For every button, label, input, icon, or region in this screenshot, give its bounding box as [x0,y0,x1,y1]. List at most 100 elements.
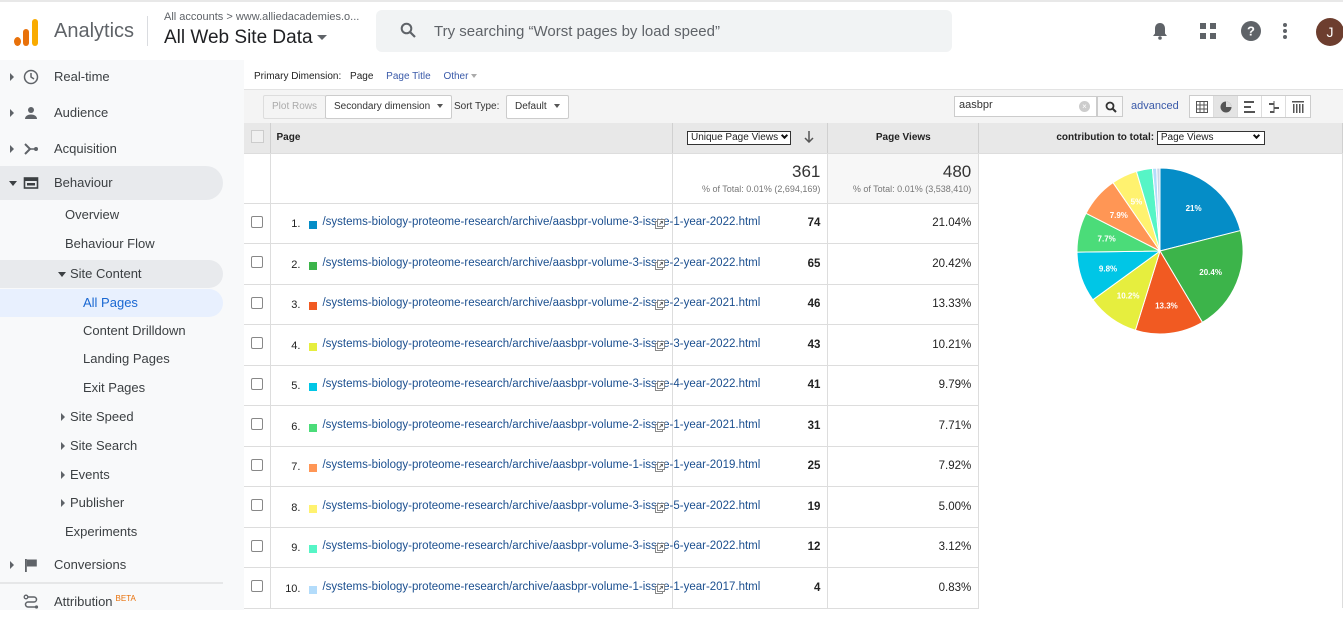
pie-slice-label: 9.8% [1099,264,1117,273]
page-views-percent-cell: 5.00% [827,486,980,528]
bell-icon[interactable] [1149,20,1171,42]
open-external-icon[interactable] [655,583,666,594]
sidebar-item-label: Conversions [54,557,127,572]
row-select-cell [244,405,272,447]
property-selector[interactable]: All Web Site Data [164,27,327,49]
page-cell: 1. /systems-biology-proteome-research/arc… [270,203,760,244]
sidebar-item-exit-pages[interactable]: Exit Pages [0,374,223,402]
page-link[interactable]: /systems-biology-proteome-research/archi… [322,216,760,229]
open-external-icon[interactable] [655,219,666,230]
sidebar-item-site-content[interactable]: Site Content [0,260,223,288]
pie-slice-label: 20.4% [1200,267,1223,276]
caret-down-icon [471,74,478,79]
select-all-cell [244,123,272,154]
page-link[interactable]: /systems-biology-proteome-research/archi… [322,459,760,472]
open-external-icon[interactable] [655,259,666,270]
plot-rows-button[interactable]: Plot Rows [263,95,327,119]
open-external-icon[interactable] [655,462,666,473]
help-icon[interactable]: ? [1240,20,1262,42]
secondary-dimension-label: Secondary dimension [334,101,431,112]
sidebar-item-all-pages[interactable]: All Pages [0,289,223,317]
page-link[interactable]: /systems-biology-proteome-research/archi… [322,297,760,310]
open-external-icon[interactable] [655,300,666,311]
metric-select[interactable]: Unique Page Views [686,130,792,145]
sort-type-label: Sort Type: [454,101,500,112]
row-checkbox[interactable] [251,499,264,512]
pie-view-button[interactable] [1214,96,1238,117]
comparison-view-button[interactable] [1262,96,1286,117]
more-vert-icon[interactable] [1281,20,1289,42]
attribution-label: Attribution [54,594,113,609]
sidebar-item-landing-pages[interactable]: Landing Pages [0,345,223,373]
row-checkbox[interactable] [251,539,264,552]
primary-dimension-page-title[interactable]: Page Title [386,71,430,82]
page-link[interactable]: /systems-biology-proteome-research/archi… [322,581,760,594]
col-page-views-header[interactable]: Page Views [827,123,980,154]
secondary-dimension-dropdown[interactable]: Secondary dimension [325,95,453,119]
page-link[interactable]: /systems-biology-proteome-research/archi… [322,540,760,553]
page-link[interactable]: /systems-biology-proteome-research/archi… [322,378,760,391]
account-breadcrumb[interactable]: All accounts > www.alliedacademies.o... [164,11,359,23]
sidebar-item-attribution[interactable]: Attribution BETA [0,585,223,619]
primary-dimension-other[interactable]: Other [443,71,478,82]
sidebar-item-conversions[interactable]: Conversions [0,548,223,582]
page-link[interactable]: /systems-biology-proteome-research/archi… [322,500,760,513]
sidebar-item-events[interactable]: Events [0,461,223,489]
page-views-percent-cell: 20.42% [827,243,980,285]
page-link[interactable]: /systems-biology-proteome-research/archi… [322,338,760,351]
behaviour-icon [23,177,39,189]
sidebar-item-content-drilldown[interactable]: Content Drilldown [0,317,223,345]
pivot-view-button[interactable] [1286,96,1310,117]
select-all-checkbox[interactable] [250,129,264,143]
row-checkbox[interactable] [251,256,264,269]
open-external-icon[interactable] [655,340,666,351]
page-views-percent-cell: 9.79% [827,365,980,406]
sidebar-item-publisher[interactable]: Publisher [0,489,223,517]
open-external-icon[interactable] [655,421,666,432]
sidebar-item-site-search[interactable]: Site Search [0,432,223,460]
sort-type-dropdown[interactable]: Default [506,95,569,119]
sidebar-item-acquisition[interactable]: Acquisition [0,132,223,166]
clear-filter-icon[interactable]: × [1079,101,1090,112]
sidebar-item-behaviour[interactable]: Behaviour [0,166,223,200]
open-external-icon[interactable] [655,381,666,392]
advanced-filter-link[interactable]: advanced [1131,100,1179,112]
open-external-icon[interactable] [655,543,666,554]
other-label: Other [443,71,469,82]
avatar[interactable]: J [1316,18,1343,46]
page-link[interactable]: /systems-biology-proteome-research/archi… [322,257,760,270]
open-external-icon[interactable] [655,502,666,513]
sidebar-item-site-speed[interactable]: Site Speed [0,403,223,431]
row-checkbox[interactable] [251,458,264,471]
sidebar-item-audience[interactable]: Audience [0,96,223,130]
table-view-button[interactable] [1190,96,1214,117]
filter-search-button[interactable] [1097,96,1123,117]
col-page-header[interactable]: Page [270,123,674,154]
contribution-pie-chart: 21% 20.4% 13.3% 10.2% 9.8% 7.7% 7.9%5% [1076,166,1244,334]
contribution-metric-select[interactable]: Page Views [1156,130,1265,145]
report-area: Primary Dimension: Page Page Title Other… [244,60,1343,610]
row-checkbox[interactable] [251,418,264,431]
contribution-label: contribution to total: [1056,131,1155,143]
row-checkbox[interactable] [251,296,264,309]
row-checkbox[interactable] [251,377,264,390]
row-checkbox[interactable] [251,580,264,593]
search-bar[interactable]: Try searching “Worst pages by load speed… [376,10,952,52]
col-unique-page-views-header[interactable]: Unique Page Views [672,123,829,154]
performance-view-button[interactable] [1238,96,1262,117]
expand-icon [61,499,65,507]
page-views-percent-cell: 7.71% [827,405,980,447]
sidebar-item-experiments[interactable]: Experiments [0,518,223,546]
page-link[interactable]: /systems-biology-proteome-research/archi… [322,419,760,432]
sidebar-item-realtime[interactable]: Real-time [0,60,223,94]
sidebar-item-overview[interactable]: Overview [0,201,223,229]
primary-dimension-page[interactable]: Page [350,71,373,82]
apps-grid-icon[interactable] [1197,20,1219,42]
sidebar-item-label: Events [70,467,110,482]
analytics-logo-icon[interactable] [14,18,40,46]
row-checkbox[interactable] [251,215,264,228]
sidebar-item-behaviour-flow[interactable]: Behaviour Flow [0,230,223,258]
sort-desc-icon[interactable] [804,131,814,144]
row-checkbox[interactable] [251,337,264,350]
table-filter-input[interactable]: aasbpr × [954,96,1097,117]
